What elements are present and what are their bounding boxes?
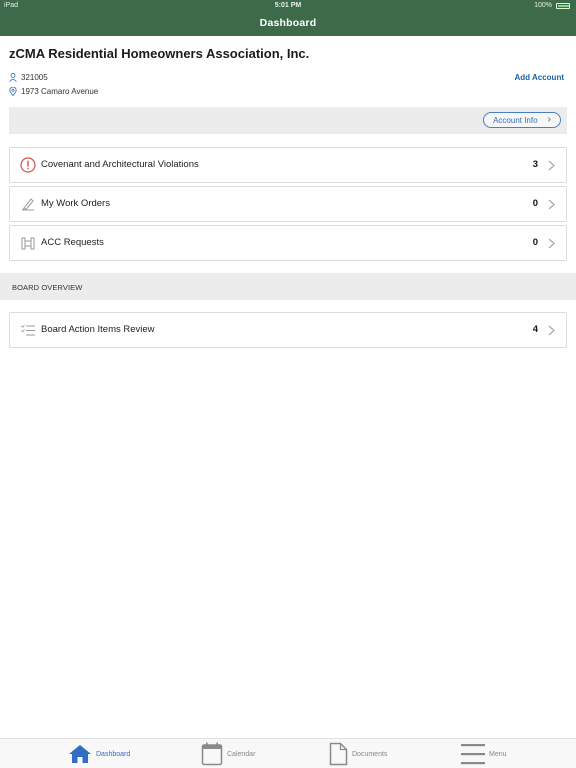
location-pin-icon: [9, 87, 17, 96]
tab-label: Documents: [352, 750, 388, 758]
card-label: Board Action Items Review: [41, 324, 155, 335]
card-count: 0: [532, 198, 538, 209]
chevron-right-icon: [548, 325, 555, 336]
section-title: BOARD OVERVIEW: [12, 283, 83, 292]
tab-calendar[interactable]: Calendar: [201, 739, 255, 768]
chevron-right-icon: [548, 238, 555, 249]
tab-menu[interactable]: Menu: [461, 739, 507, 768]
battery-percent: 100%: [534, 2, 552, 9]
calendar-icon: [201, 742, 223, 766]
account-number: 321005: [21, 73, 48, 82]
card-work-orders[interactable]: My Work Orders 0: [9, 186, 567, 222]
tab-label: Menu: [489, 750, 507, 758]
user-icon: [9, 73, 17, 82]
violation-icon: [20, 157, 36, 173]
chevron-right-icon: [548, 199, 555, 210]
add-account-link[interactable]: Add Account: [515, 73, 564, 82]
chevron-right-icon: ›: [547, 114, 551, 125]
account-bar: Account Info ›: [9, 107, 567, 134]
card-count: 4: [532, 324, 538, 335]
card-acc-requests[interactable]: ACC Requests 0: [9, 225, 567, 261]
card-count: 0: [532, 237, 538, 248]
acc-request-icon: [21, 237, 35, 250]
card-board-action-items[interactable]: Board Action Items Review 4: [9, 312, 567, 348]
account-info-button[interactable]: Account Info ›: [483, 112, 561, 128]
tab-label: Calendar: [227, 750, 256, 758]
card-count: 3: [532, 159, 538, 170]
address: 1973 Camaro Avenue: [21, 87, 99, 96]
card-violations[interactable]: Covenant and Architectural Violations 3: [9, 147, 567, 183]
association-name: zCMA Residential Homeowners Association,…: [9, 46, 310, 61]
card-label: ACC Requests: [41, 237, 104, 248]
battery-icon: [556, 3, 570, 9]
menu-icon: [461, 744, 485, 765]
status-time: 5:01 PM: [274, 2, 302, 9]
page-title: Dashboard: [259, 17, 317, 29]
board-overview-header: BOARD OVERVIEW: [0, 273, 576, 300]
checklist-icon: [21, 324, 35, 336]
chevron-right-icon: [548, 160, 555, 171]
account-number-row: 321005: [9, 73, 48, 82]
home-icon: [69, 745, 91, 763]
card-label: My Work Orders: [41, 198, 110, 209]
account-info-label: Account Info: [493, 115, 538, 125]
card-label: Covenant and Architectural Violations: [41, 159, 199, 170]
document-icon: [329, 742, 348, 766]
app-header: iPad 5:01 PM 100% Dashboard: [0, 0, 576, 36]
tab-documents[interactable]: Documents: [329, 739, 387, 768]
address-row: 1973 Camaro Avenue: [9, 87, 98, 96]
status-bar: iPad 5:01 PM 100%: [0, 0, 576, 12]
tab-label: Dashboard: [96, 750, 131, 758]
tab-dashboard[interactable]: Dashboard: [68, 739, 130, 768]
tab-bar: Dashboard Calendar Documents Menu: [0, 738, 576, 768]
work-order-icon: [22, 198, 34, 211]
